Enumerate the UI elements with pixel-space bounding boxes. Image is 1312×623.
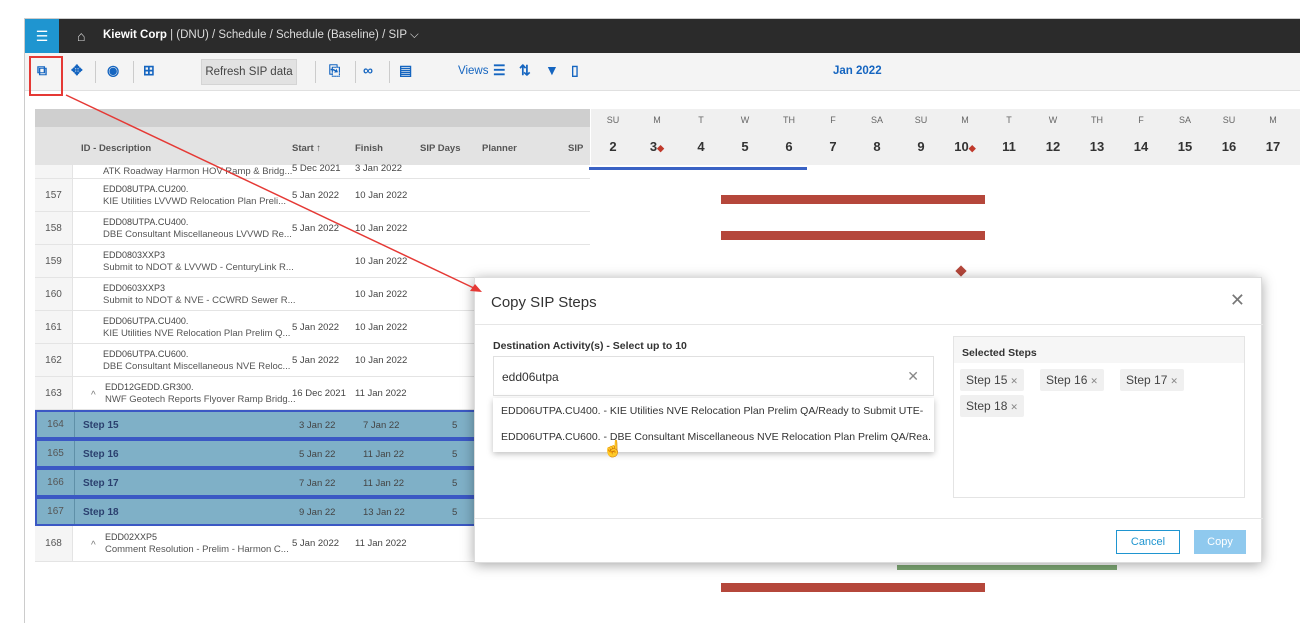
annotation-arrow-head bbox=[470, 284, 482, 292]
annotation-arrow bbox=[65, 94, 482, 292]
annotation-arrow-line bbox=[65, 94, 479, 291]
